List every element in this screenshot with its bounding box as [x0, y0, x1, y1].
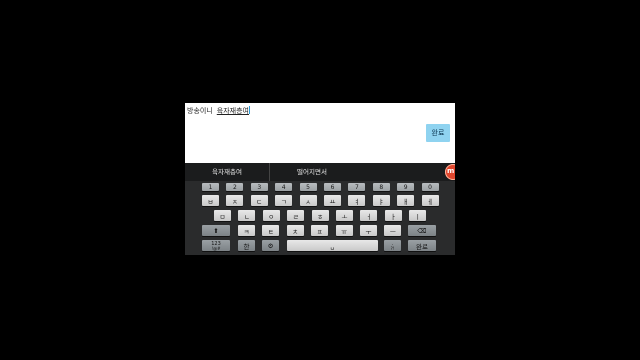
key-ㅜ[interactable]: ㅜ	[360, 225, 377, 236]
key-ㅔ[interactable]: ㅔ	[421, 195, 439, 206]
text-field[interactable]: 방송이니 육자재층여	[187, 106, 250, 116]
key-ㄹ[interactable]: ㄹ	[287, 210, 305, 221]
enter-done-key[interactable]: 완료	[408, 240, 436, 251]
key-2[interactable]: 2	[226, 183, 244, 191]
key-ㅎ[interactable]: ㅎ	[311, 210, 329, 221]
symbols-key[interactable]: 123 !@#	[202, 240, 230, 251]
key-ㅑ[interactable]: ㅑ	[372, 195, 390, 206]
key-0[interactable]: 0	[421, 183, 439, 191]
backspace-key-icon[interactable]: ⌫	[408, 225, 436, 236]
key-ㅏ[interactable]: ㅏ	[384, 210, 402, 221]
key-ㅈ[interactable]: ㅈ	[226, 195, 244, 206]
period-key[interactable]: .?!	[384, 240, 401, 251]
space-key[interactable]: ␣	[287, 240, 378, 251]
suggestion-item[interactable]: 육자재층여	[185, 163, 270, 181]
key-ㄷ[interactable]: ㄷ	[250, 195, 268, 206]
key-6[interactable]: 6	[324, 183, 341, 191]
key-row-2: ㅁㄴㅇㄹㅎㅗㅓㅏㅣ	[185, 209, 455, 222]
key-ㄱ[interactable]: ㄱ	[275, 195, 293, 206]
key-ㅓ[interactable]: ㅓ	[360, 210, 378, 221]
key-ㅍ[interactable]: ㅍ	[311, 225, 329, 236]
done-button[interactable]: 완료	[426, 124, 450, 142]
settings-key-icon[interactable]: ⚙	[262, 240, 279, 251]
key-ㅊ[interactable]: ㅊ	[286, 225, 304, 236]
text-input-area[interactable]: 방송이니 육자재층여 완료	[185, 103, 455, 163]
key-ㅣ[interactable]: ㅣ	[409, 210, 427, 221]
keyboard-mode-orb-icon[interactable]: m	[445, 164, 455, 180]
key-ㅐ[interactable]: ㅐ	[397, 195, 415, 206]
key-ㅕ[interactable]: ㅕ	[348, 195, 366, 206]
suggestion-bar: 육자재층여 떨어지면서 m	[185, 163, 455, 181]
key-row-3: ⬆ ㅋㅌㅊㅍㅠㅜㅡ ⌫	[185, 224, 455, 237]
key-ㅌ[interactable]: ㅌ	[262, 225, 280, 236]
language-mode-key[interactable]: 한	[238, 240, 255, 251]
key-7[interactable]: 7	[348, 183, 366, 191]
key-1[interactable]: 1	[202, 183, 219, 191]
key-3[interactable]: 3	[250, 183, 268, 191]
key-8[interactable]: 8	[372, 183, 390, 191]
key-ㅁ[interactable]: ㅁ	[214, 210, 231, 221]
key-ㅂ[interactable]: ㅂ	[202, 195, 219, 206]
text-caret	[248, 106, 250, 114]
key-9[interactable]: 9	[397, 183, 415, 191]
key-ㅡ[interactable]: ㅡ	[384, 225, 402, 236]
key-ㅅ[interactable]: ㅅ	[299, 195, 317, 206]
key-ㅛ[interactable]: ㅛ	[324, 195, 341, 206]
key-sublabel: ?!	[390, 245, 395, 251]
shift-key-icon[interactable]: ⬆	[202, 225, 230, 236]
key-ㅇ[interactable]: ㅇ	[262, 210, 280, 221]
key-row-4: 123 !@# 한 ⚙ ␣.?! 완료	[185, 239, 455, 252]
key-5[interactable]: 5	[299, 183, 317, 191]
key-ㅠ[interactable]: ㅠ	[335, 225, 353, 236]
key-ㄴ[interactable]: ㄴ	[238, 210, 256, 221]
composing-text: 육자재층여	[216, 107, 249, 115]
committed-text: 방송이니	[187, 107, 213, 115]
korean-keyboard: 1234567890 ㅂㅈㄷㄱㅅㅛㅕㅑㅐㅔ ㅁㄴㅇㄹㅎㅗㅓㅏㅣ ⬆ ㅋㅌㅊㅍㅠㅜㅡ…	[185, 181, 455, 255]
key-sublabel: !@#	[211, 245, 221, 251]
key-ㅋ[interactable]: ㅋ	[238, 225, 255, 236]
key-ㅗ[interactable]: ㅗ	[336, 210, 353, 221]
key-4[interactable]: 4	[275, 183, 293, 191]
suggestion-item[interactable]: 떨어지면서	[270, 163, 354, 181]
app-screen: 방송이니 육자재층여 완료 육자재층여 떨어지면서 m 1234567890 ㅂㅈ…	[185, 103, 455, 255]
key-row-1: ㅂㅈㄷㄱㅅㅛㅕㅑㅐㅔ	[185, 194, 455, 207]
